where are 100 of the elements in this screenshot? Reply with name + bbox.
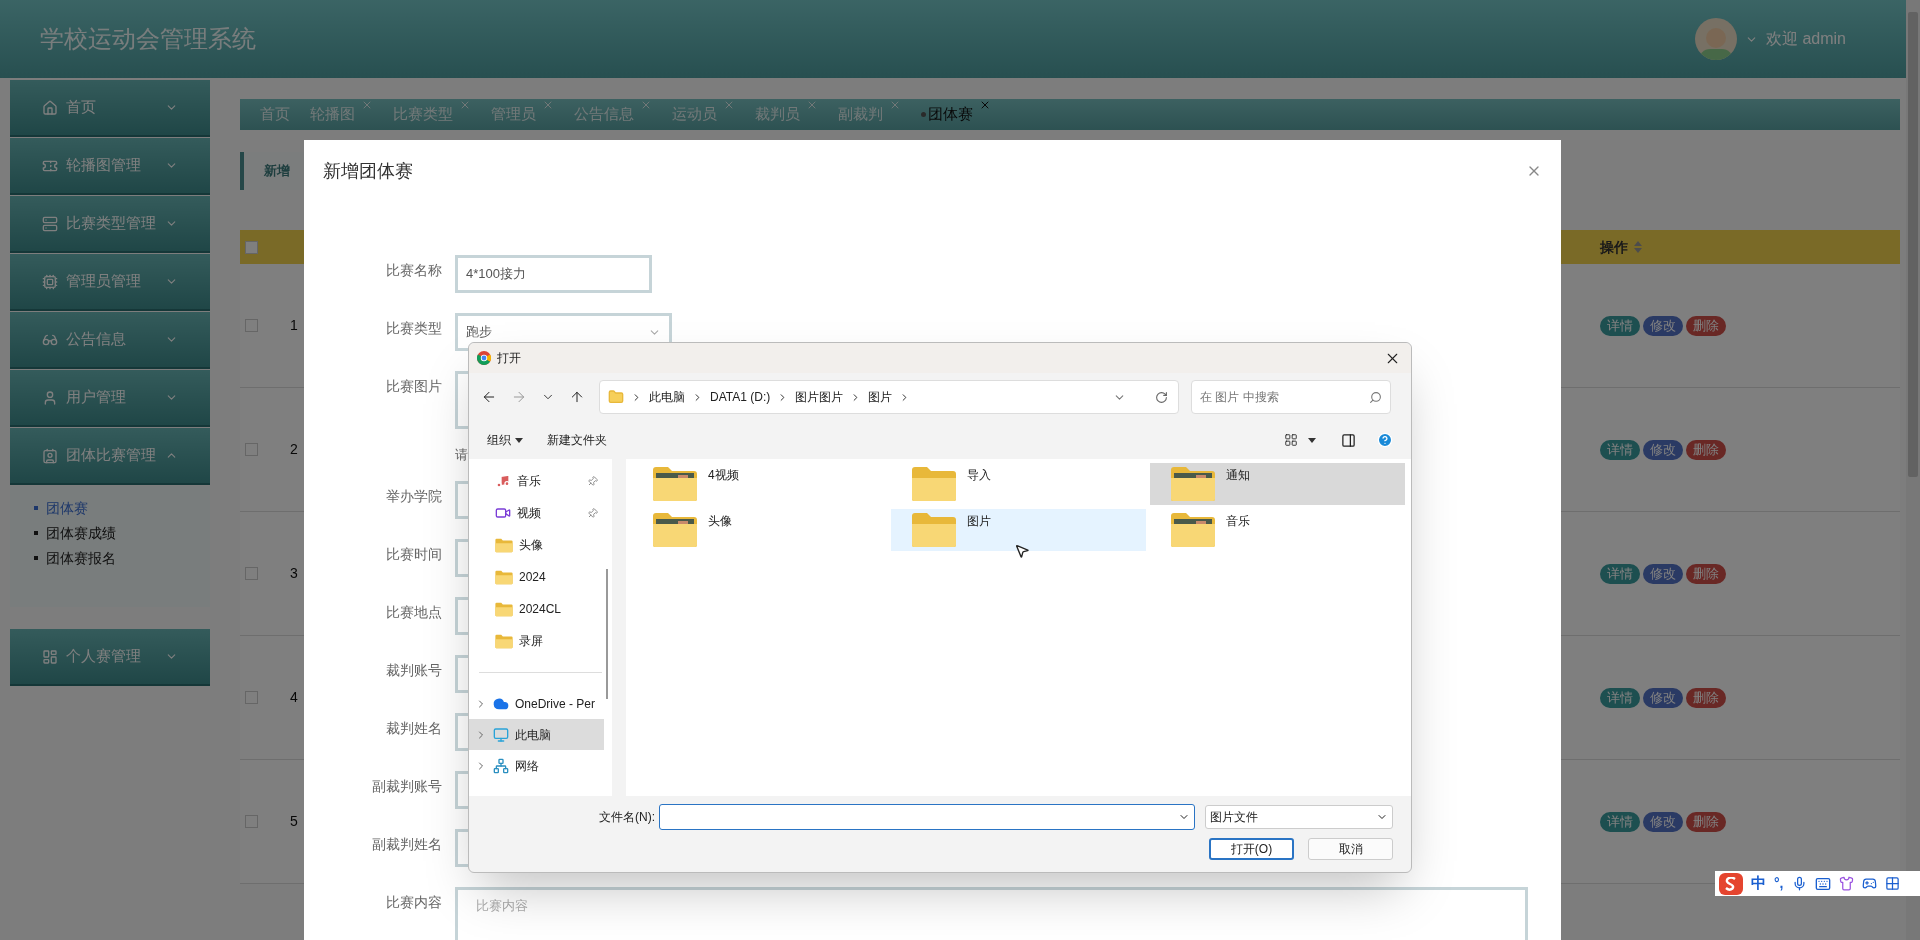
monitor-icon bbox=[493, 726, 509, 743]
menu-label: 公告信息 bbox=[66, 329, 127, 350]
open-button[interactable]: 打开(O) bbox=[1209, 838, 1294, 860]
tab[interactable]: 团体赛 bbox=[921, 103, 991, 126]
checkbox[interactable] bbox=[245, 691, 258, 704]
table-cell-text: 3 bbox=[290, 564, 298, 583]
sogou-logo-icon[interactable] bbox=[1719, 872, 1743, 895]
folder-item[interactable]: 音乐 bbox=[1150, 509, 1405, 551]
breadcrumb[interactable]: 此电脑 bbox=[649, 388, 685, 406]
caret-icon bbox=[515, 437, 523, 443]
field-label: 裁判姓名 bbox=[385, 719, 442, 738]
action-button[interactable]: 修改 bbox=[1643, 811, 1683, 832]
caret-icon[interactable] bbox=[1308, 437, 1316, 443]
back-icon[interactable] bbox=[481, 389, 497, 405]
menu-label: 用户管理 bbox=[66, 387, 127, 408]
action-button[interactable]: 修改 bbox=[1643, 563, 1683, 584]
folder-item[interactable]: 通知 bbox=[1150, 463, 1405, 505]
grid-icon[interactable] bbox=[1884, 876, 1900, 891]
search-field[interactable]: 在 图片 中搜索 bbox=[1191, 380, 1391, 414]
address-bar[interactable]: 此电脑 DATA1 (D:) 图片图片 图片 bbox=[599, 380, 1179, 414]
file-type-select[interactable]: 图片文件 bbox=[1205, 805, 1393, 829]
up-icon[interactable] bbox=[569, 389, 585, 405]
folder-icon bbox=[1170, 512, 1216, 548]
checkbox[interactable] bbox=[245, 319, 258, 332]
menu-icon bbox=[42, 215, 58, 232]
nav-item[interactable]: 视频 bbox=[469, 497, 612, 529]
checkbox[interactable] bbox=[245, 567, 258, 580]
folder-item[interactable]: 图片 bbox=[891, 509, 1146, 551]
gamepad-icon[interactable] bbox=[1861, 876, 1877, 891]
field-label: 比赛类型 bbox=[385, 319, 442, 338]
breadcrumb[interactable]: 图片图片 bbox=[795, 388, 844, 406]
field-label: 副裁判姓名 bbox=[371, 835, 442, 854]
chrome-logo-icon bbox=[477, 351, 491, 365]
shirt-icon[interactable] bbox=[1838, 876, 1854, 891]
field-label: 举办学院 bbox=[385, 487, 442, 506]
nav-item[interactable]: 音乐 bbox=[469, 465, 612, 497]
breadcrumb[interactable]: DATA1 (D:) bbox=[710, 388, 771, 406]
refresh-icon[interactable] bbox=[1155, 390, 1168, 404]
microphone-icon[interactable] bbox=[1791, 876, 1807, 891]
menu-label: 首页 bbox=[66, 97, 97, 118]
action-button[interactable]: 删除 bbox=[1686, 811, 1726, 832]
nav-item[interactable]: OneDrive - Per bbox=[469, 688, 612, 719]
submenu-item[interactable]: 团体赛报名 bbox=[34, 546, 186, 570]
welcome-text: 欢迎 admin bbox=[1765, 29, 1846, 49]
organize-button[interactable]: 组织 bbox=[487, 431, 523, 449]
breadcrumb[interactable]: 图片 bbox=[868, 388, 893, 406]
new-folder-button[interactable]: 新建文件夹 bbox=[547, 431, 607, 449]
action-button[interactable]: 删除 bbox=[1686, 315, 1726, 336]
table-cell-text: 4 bbox=[290, 688, 298, 707]
submenu-item[interactable]: 团体赛成绩 bbox=[34, 521, 186, 545]
nav-item[interactable]: 2024 bbox=[469, 561, 612, 593]
folder-item[interactable]: 4视频 bbox=[632, 463, 887, 505]
folder-item[interactable]: 头像 bbox=[632, 509, 887, 551]
textarea-field[interactable]: 比赛内容 bbox=[455, 887, 1528, 940]
modal-title: 新增团体赛 bbox=[323, 159, 413, 183]
checkbox[interactable] bbox=[245, 443, 258, 456]
action-button[interactable]: 修改 bbox=[1643, 315, 1683, 336]
video-icon bbox=[495, 505, 511, 521]
keyboard-icon[interactable] bbox=[1814, 875, 1831, 892]
checkbox[interactable] bbox=[245, 240, 258, 254]
input-mode[interactable]: 中 bbox=[1751, 872, 1766, 895]
field-label: 副裁判账号 bbox=[371, 777, 442, 796]
avatar[interactable] bbox=[1694, 18, 1737, 60]
checkbox[interactable] bbox=[245, 815, 258, 828]
action-button[interactable]: 删除 bbox=[1686, 439, 1726, 460]
network-icon bbox=[493, 757, 509, 774]
preview-pane-icon[interactable] bbox=[1341, 432, 1356, 448]
field-label: 比赛名称 bbox=[385, 261, 442, 280]
table-cell-text: 5 bbox=[290, 812, 298, 831]
nav-item[interactable]: 网络 bbox=[469, 750, 612, 781]
action-button[interactable]: 修改 bbox=[1643, 687, 1683, 708]
input-field[interactable]: 4*100接力 bbox=[455, 255, 652, 293]
submenu-item[interactable]: 团体赛 bbox=[34, 496, 186, 520]
app-title: 学校运动会管理系统 bbox=[40, 24, 257, 54]
menu-label: 个人赛管理 bbox=[66, 646, 142, 667]
field-label: 比赛时间 bbox=[385, 545, 442, 564]
nav-item[interactable]: 2024CL bbox=[469, 593, 612, 625]
hint-text: 请 bbox=[455, 446, 468, 464]
filename-field[interactable] bbox=[659, 804, 1195, 830]
folder-item[interactable]: 导入 bbox=[891, 463, 1146, 505]
folder-icon bbox=[911, 466, 957, 502]
action-button[interactable]: 删除 bbox=[1686, 563, 1726, 584]
nav-item[interactable]: 头像 bbox=[469, 529, 612, 561]
folder-icon bbox=[495, 601, 513, 617]
nav-item[interactable]: 此电脑 bbox=[469, 719, 604, 750]
table-cell-text: 1 bbox=[290, 316, 298, 335]
music-icon bbox=[495, 473, 511, 489]
help-icon[interactable] bbox=[1377, 432, 1393, 448]
view-icon[interactable] bbox=[1284, 433, 1298, 447]
forward-icon[interactable] bbox=[511, 389, 527, 405]
nav-item[interactable]: 录屏 bbox=[469, 625, 612, 657]
folder-icon bbox=[911, 512, 957, 548]
cancel-button[interactable]: 取消 bbox=[1308, 838, 1393, 860]
action-button[interactable]: 删除 bbox=[1686, 687, 1726, 708]
action-button[interactable]: 修改 bbox=[1643, 439, 1683, 460]
field-label: 比赛图片 bbox=[385, 377, 442, 396]
folder-icon bbox=[1170, 466, 1216, 502]
sort-icon[interactable] bbox=[1634, 241, 1642, 253]
folder-icon bbox=[608, 389, 624, 405]
punctuation-mode[interactable]: °, bbox=[1774, 873, 1784, 894]
